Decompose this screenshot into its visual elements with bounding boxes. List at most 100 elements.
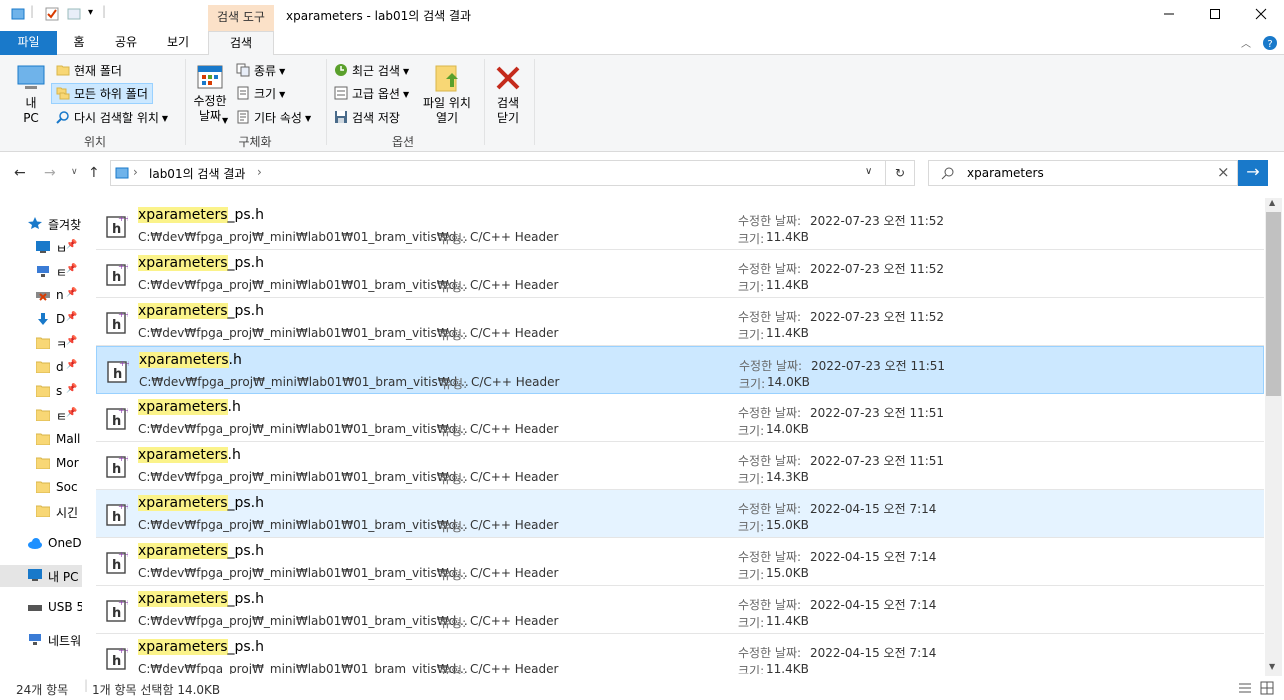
nav-item[interactable]: ㅌ 📌 xyxy=(0,405,82,427)
vertical-scrollbar[interactable]: ▲ ▼ xyxy=(1265,198,1282,676)
file-name[interactable]: xparameters_ps.h xyxy=(138,255,264,271)
nav-item[interactable]: ㅋ 📌 xyxy=(0,333,82,355)
other-properties-button[interactable]: 기타 속성 ▼ xyxy=(236,109,311,126)
file-name-rest: _ps.h xyxy=(227,543,265,559)
folder-icon xyxy=(56,65,70,76)
file-name[interactable]: xparameters.h xyxy=(138,399,241,415)
result-row[interactable]: h++ xparameters.h C:₩dev₩fpga_proj₩_mini₩l… xyxy=(96,346,1264,394)
address-dropdown-icon[interactable]: ∨ xyxy=(865,166,872,177)
nav-item[interactable]: ㅂ 📌 xyxy=(0,237,82,259)
file-name[interactable]: xparameters_ps.h xyxy=(138,303,264,319)
nav-item[interactable]: Mor xyxy=(0,453,82,475)
pin-icon[interactable]: 📌 xyxy=(66,360,77,370)
file-name-rest: .h xyxy=(227,447,241,463)
current-folder-button[interactable]: 현재 폴더 xyxy=(56,62,122,79)
breadcrumb[interactable]: lab01의 검색 결과 xyxy=(149,165,245,182)
save-search-button[interactable]: 검색 저장 xyxy=(334,109,400,126)
close-button[interactable] xyxy=(1238,0,1284,31)
file-name[interactable]: xparameters_ps.h xyxy=(138,591,264,607)
date-modified-button[interactable]: 수정한 날짜 xyxy=(190,63,230,124)
minimize-button[interactable] xyxy=(1146,0,1192,31)
pin-icon[interactable]: 📌 xyxy=(66,240,77,250)
address-bar[interactable]: › lab01의 검색 결과 › ∨ xyxy=(110,160,886,186)
pin-icon[interactable]: 📌 xyxy=(66,408,77,418)
size-button[interactable]: 크기 ▼ xyxy=(236,85,285,102)
nav-item[interactable]: ㅌ 📌 xyxy=(0,261,82,283)
tab-search[interactable]: 검색 xyxy=(208,31,274,56)
nav-item[interactable]: d 📌 xyxy=(0,357,82,379)
result-row[interactable]: h++ xparameters_ps.h C:₩dev₩fpga_proj₩_min… xyxy=(96,298,1264,346)
result-row[interactable]: h++ xparameters_ps.h C:₩dev₩fpga_proj₩_min… xyxy=(96,490,1264,538)
search-again-in-button[interactable]: 다시 검색할 위치 ▼ xyxy=(56,109,168,126)
pin-icon[interactable]: 📌 xyxy=(66,312,77,322)
nav-item[interactable]: 즐겨찾 xyxy=(0,213,82,235)
file-name[interactable]: xparameters_ps.h xyxy=(138,207,264,223)
up-arrow-icon[interactable]: ↑ xyxy=(88,165,100,181)
new-folder-icon[interactable] xyxy=(67,7,81,21)
details-view-icon[interactable] xyxy=(1238,682,1252,694)
result-row[interactable]: h++ xparameters.h C:₩dev₩fpga_proj₩_mini₩l… xyxy=(96,394,1264,442)
nav-item[interactable]: 시긴 xyxy=(0,501,82,523)
result-row[interactable]: h++ xparameters_ps.h C:₩dev₩fpga_proj₩_min… xyxy=(96,202,1264,250)
maximize-button[interactable] xyxy=(1192,0,1238,31)
advanced-options-button[interactable]: 고급 옵션 ▼ xyxy=(334,85,409,102)
c-header-file-icon: h++ xyxy=(106,310,128,334)
nav-item[interactable]: Mall xyxy=(0,429,82,451)
nav-item[interactable]: 내 PC xyxy=(0,565,82,587)
open-file-location-button[interactable]: 파일 위치 열기 xyxy=(420,63,474,126)
nav-item[interactable]: 네트워 xyxy=(0,629,82,651)
nav-item[interactable]: OneD xyxy=(0,533,82,555)
file-name[interactable]: xparameters_ps.h xyxy=(138,495,264,511)
nav-item[interactable]: Soc xyxy=(0,477,82,499)
result-row[interactable]: h++ xparameters_ps.h C:₩dev₩fpga_proj₩_min… xyxy=(96,250,1264,298)
clear-search-icon[interactable]: × xyxy=(1217,163,1230,181)
customize-toolbar-icon[interactable]: ▾ xyxy=(88,7,93,18)
large-icons-view-icon[interactable] xyxy=(1260,681,1274,695)
file-name[interactable]: xparameters_ps.h xyxy=(138,543,264,559)
file-name[interactable]: xparameters_ps.h xyxy=(138,639,264,655)
result-row[interactable]: h++ xparameters.h C:₩dev₩fpga_proj₩_mini₩l… xyxy=(96,442,1264,490)
file-name[interactable]: xparameters.h xyxy=(139,352,242,368)
help-icon[interactable]: ? xyxy=(1262,35,1278,51)
pin-icon[interactable]: 📌 xyxy=(66,288,77,298)
search-box[interactable]: xparameters × xyxy=(928,160,1238,186)
scroll-up-icon[interactable]: ▲ xyxy=(1269,198,1275,207)
breadcrumb-chevron-icon[interactable]: › xyxy=(257,165,262,179)
nav-item[interactable]: n 📌 xyxy=(0,285,82,307)
current-folder-label: 현재 폴더 xyxy=(74,64,122,78)
refresh-button[interactable]: ↻ xyxy=(885,160,915,186)
back-arrow-icon[interactable]: ← xyxy=(14,165,26,181)
tab-file[interactable]: 파일 xyxy=(0,31,57,55)
result-row[interactable]: h++ xparameters_ps.h C:₩dev₩fpga_proj₩_min… xyxy=(96,538,1264,586)
result-row[interactable]: h++ xparameters_ps.h C:₩dev₩fpga_proj₩_min… xyxy=(96,586,1264,634)
file-name[interactable]: xparameters.h xyxy=(138,447,241,463)
result-row[interactable]: h++ xparameters_ps.h C:₩dev₩fpga_proj₩_min… xyxy=(96,634,1264,674)
kind-button[interactable]: 종류 ▼ xyxy=(236,62,285,79)
recent-locations-chevron-icon[interactable]: ∨ xyxy=(71,167,78,177)
close-search-button[interactable]: 검색 닫기 xyxy=(490,63,526,126)
tab-share[interactable]: 공유 xyxy=(106,31,146,55)
refresh-icon: ↻ xyxy=(894,166,906,180)
pin-icon[interactable]: 📌 xyxy=(66,336,77,346)
file-size: 14.0KB xyxy=(766,422,809,436)
tab-view[interactable]: 보기 xyxy=(158,31,198,55)
scroll-down-icon[interactable]: ▼ xyxy=(1269,662,1275,671)
tab-home[interactable]: 홈 xyxy=(64,31,94,55)
forward-arrow-icon[interactable]: → xyxy=(44,165,56,181)
explorer-window-icon[interactable] xyxy=(11,7,25,21)
pin-icon[interactable]: 📌 xyxy=(66,264,77,274)
properties-icon xyxy=(237,110,249,124)
pin-icon[interactable]: 📌 xyxy=(66,384,77,394)
nav-item[interactable]: D 📌 xyxy=(0,309,82,331)
scrollbar-thumb[interactable] xyxy=(1266,212,1281,396)
nav-item[interactable]: USB 5 xyxy=(0,597,82,619)
properties-icon[interactable] xyxy=(45,7,59,21)
collapse-ribbon-icon[interactable]: ︿ xyxy=(1241,35,1251,50)
search-input[interactable]: xparameters xyxy=(967,166,1044,180)
search-go-button[interactable]: → xyxy=(1238,160,1268,186)
search-again-in-label: 다시 검색할 위치 xyxy=(74,111,159,125)
recent-searches-button[interactable]: 최근 검색 ▼ xyxy=(334,62,409,79)
this-pc-button[interactable]: 내 PC xyxy=(14,63,48,126)
nav-item[interactable]: s 📌 xyxy=(0,381,82,403)
all-subfolders-button[interactable]: 모든 하위 폴더 xyxy=(51,83,153,104)
